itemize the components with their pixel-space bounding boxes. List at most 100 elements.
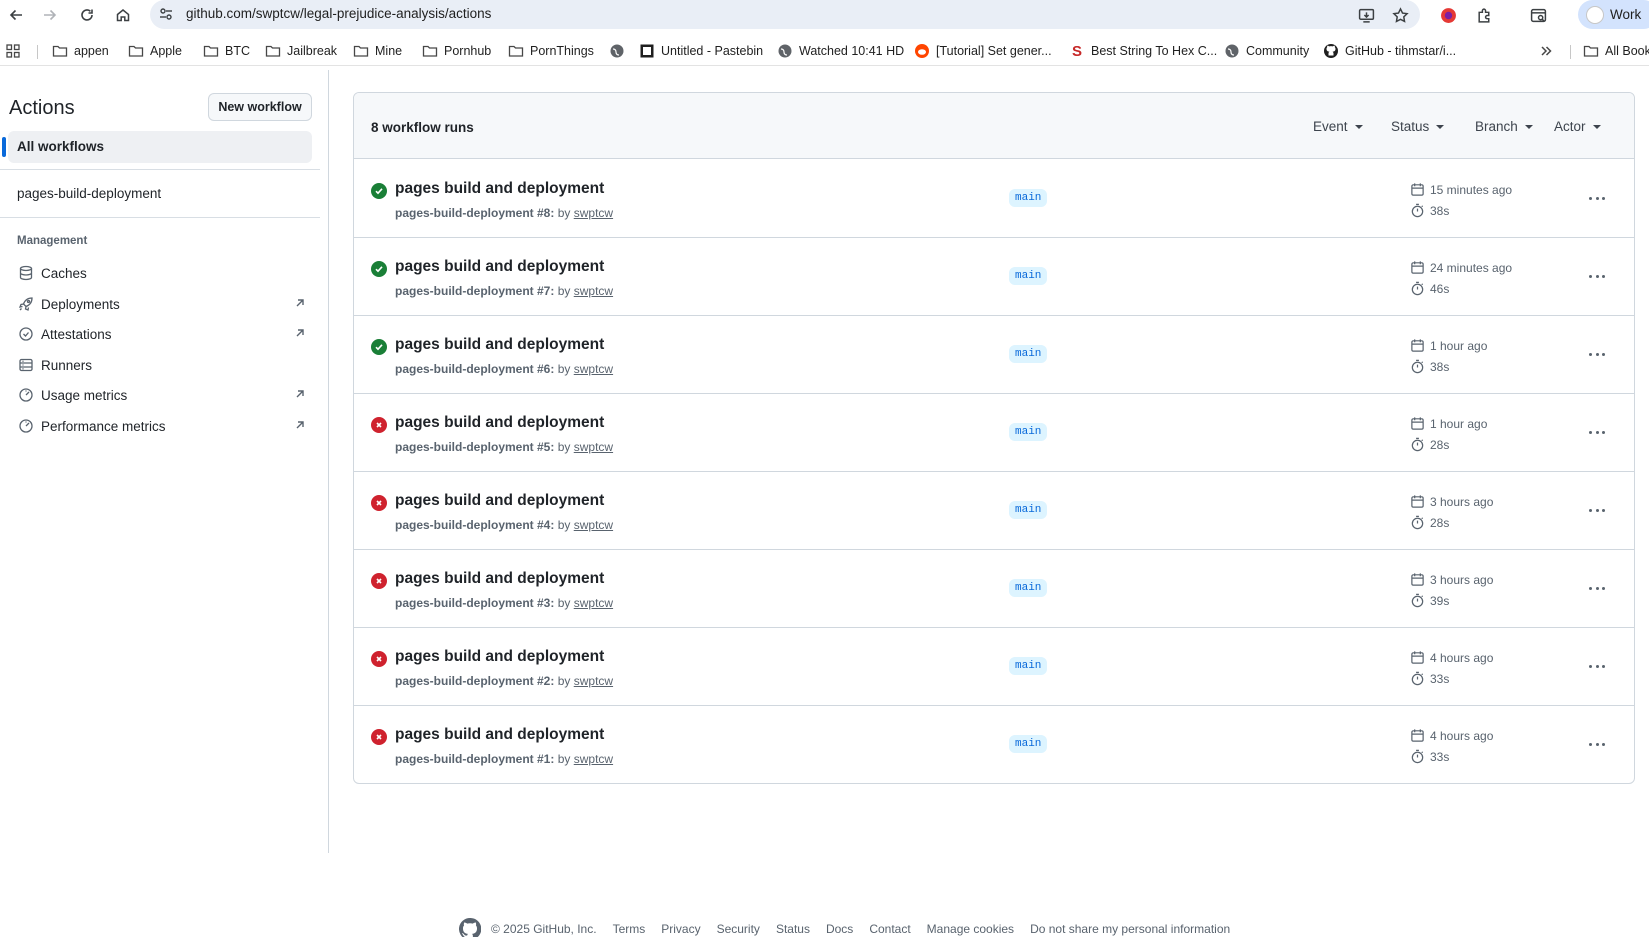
url-text[interactable]: github.com/swptcw/legal-prejudice-analys…: [186, 6, 491, 21]
branch-badge[interactable]: main: [1009, 345, 1048, 363]
bookmark-item[interactable]: GitHub - tihmstar/i...: [1323, 42, 1456, 60]
extensions-puzzle-icon[interactable]: [1474, 5, 1494, 25]
sidebar-item-caches[interactable]: Caches: [17, 262, 307, 284]
sidebar-item-all-workflows[interactable]: All workflows: [2, 131, 312, 163]
run-title-link[interactable]: pages build and deployment: [395, 414, 604, 432]
bookmark-item[interactable]: Watched 10:41 HD: [777, 42, 904, 60]
bookmark-item[interactable]: appen: [52, 42, 109, 60]
bookmark-item[interactable]: Community: [1224, 42, 1309, 60]
footer-link-security[interactable]: Security: [717, 922, 760, 936]
apps-grid-icon[interactable]: [5, 42, 27, 60]
kebab-menu-icon[interactable]: [1585, 422, 1609, 442]
github-logo-icon[interactable]: [459, 918, 481, 937]
sidebar-item-usage-metrics[interactable]: Usage metrics: [17, 384, 307, 406]
sidebar-item-deployments[interactable]: Deployments: [17, 293, 307, 315]
status-filter-dropdown[interactable]: Status: [1391, 119, 1445, 134]
sidebar-item-attestations[interactable]: Attestations: [17, 323, 307, 345]
branch-badge[interactable]: main: [1009, 657, 1048, 675]
bookmark-item[interactable]: Apple: [128, 42, 182, 60]
kebab-menu-icon[interactable]: [1585, 500, 1609, 520]
filter-label: Status: [1391, 119, 1430, 134]
install-app-icon[interactable]: [1356, 5, 1376, 25]
bookmark-item[interactable]: S Best String To Hex C...: [1069, 42, 1217, 60]
kebab-menu-icon[interactable]: [1585, 734, 1609, 754]
meter-icon: [17, 387, 34, 404]
forward-icon[interactable]: [40, 5, 60, 25]
sidebar-item-runners[interactable]: Runners: [17, 354, 307, 376]
run-actor-link[interactable]: swptcw: [574, 206, 613, 220]
table-row[interactable]: pages build and deployment pages-build-de…: [354, 316, 1634, 394]
footer-link-status[interactable]: Status: [776, 922, 810, 936]
bookmark-item[interactable]: BTC: [203, 42, 250, 60]
footer-link-docs[interactable]: Docs: [826, 922, 853, 936]
table-row[interactable]: pages build and deployment pages-build-de…: [354, 160, 1634, 238]
table-row[interactable]: pages build and deployment pages-build-de…: [354, 706, 1634, 783]
run-title-link[interactable]: pages build and deployment: [395, 726, 604, 744]
kebab-menu-icon[interactable]: [1585, 656, 1609, 676]
branch-badge[interactable]: main: [1009, 735, 1048, 753]
footer-link-manage-cookies[interactable]: Manage cookies: [927, 922, 1014, 936]
run-actor-link[interactable]: swptcw: [574, 284, 613, 298]
database-icon: [17, 265, 34, 282]
kebab-menu-icon[interactable]: [1585, 188, 1609, 208]
branch-badge[interactable]: main: [1009, 423, 1048, 441]
branch-badge[interactable]: main: [1009, 579, 1048, 597]
site-settings-icon[interactable]: [158, 6, 174, 22]
run-title-link[interactable]: pages build and deployment: [395, 648, 604, 666]
home-icon[interactable]: [113, 5, 133, 25]
table-row[interactable]: pages build and deployment pages-build-de…: [354, 394, 1634, 472]
bookmark-item[interactable]: Pornhub: [422, 42, 491, 60]
reload-icon[interactable]: [77, 5, 97, 25]
branch-badge[interactable]: main: [1009, 267, 1048, 285]
back-icon[interactable]: [6, 5, 26, 25]
footer-link-terms[interactable]: Terms: [613, 922, 646, 936]
sidebar-item-performance-metrics[interactable]: Performance metrics: [17, 415, 307, 437]
branch-filter-dropdown[interactable]: Branch: [1475, 119, 1533, 134]
table-row[interactable]: pages build and deployment pages-build-de…: [354, 628, 1634, 706]
run-duration-text: 33s: [1430, 749, 1450, 764]
bookmark-item[interactable]: All Bookmarks: [1583, 42, 1649, 60]
run-actor-link[interactable]: swptcw: [574, 596, 613, 610]
extension-icon[interactable]: [1438, 5, 1458, 25]
tab-search-icon[interactable]: [1528, 5, 1548, 25]
footer-link-contact[interactable]: Contact: [869, 922, 910, 936]
more-bookmarks-icon[interactable]: [1538, 42, 1560, 60]
sidebar-item-pages-build-deployment[interactable]: pages-build-deployment: [17, 186, 161, 201]
bookmark-item[interactable]: PornThings: [508, 42, 594, 60]
address-bar[interactable]: github.com/swptcw/legal-prejudice-analys…: [150, 0, 1420, 29]
run-title-link[interactable]: pages build and deployment: [395, 336, 604, 354]
kebab-menu-icon[interactable]: [1585, 344, 1609, 364]
event-filter-dropdown[interactable]: Event: [1313, 119, 1363, 134]
kebab-menu-icon[interactable]: [1585, 266, 1609, 286]
actor-filter-dropdown[interactable]: Actor: [1554, 119, 1601, 134]
run-actor-link[interactable]: swptcw: [574, 674, 613, 688]
branch-badge[interactable]: main: [1009, 501, 1048, 519]
footer-link-do-not-share[interactable]: Do not share my personal information: [1030, 922, 1230, 936]
bookmark-item[interactable]: Jailbreak: [265, 42, 337, 60]
run-title-link[interactable]: pages build and deployment: [395, 180, 604, 198]
table-row[interactable]: pages build and deployment pages-build-de…: [354, 472, 1634, 550]
run-title-link[interactable]: pages build and deployment: [395, 492, 604, 510]
check-circle-icon: [371, 339, 387, 355]
table-row[interactable]: pages build and deployment pages-build-de…: [354, 238, 1634, 316]
kebab-menu-icon[interactable]: [1585, 578, 1609, 598]
table-row[interactable]: pages build and deployment pages-build-de…: [354, 550, 1634, 628]
bookmark-item[interactable]: [Tutorial] Set gener...: [914, 42, 1052, 60]
run-actor-link[interactable]: swptcw: [574, 752, 613, 766]
run-by-label: by: [557, 440, 571, 454]
bookmark-item[interactable]: [609, 42, 631, 60]
new-workflow-button[interactable]: New workflow: [208, 93, 312, 121]
bookmark-separator: [1570, 45, 1571, 59]
footer-link-privacy[interactable]: Privacy: [661, 922, 700, 936]
profile-button[interactable]: Work: [1578, 0, 1649, 29]
run-actor-link[interactable]: swptcw: [574, 518, 613, 532]
run-actor-link[interactable]: swptcw: [574, 440, 613, 454]
branch-badge[interactable]: main: [1009, 189, 1048, 207]
bookmark-star-icon[interactable]: [1390, 5, 1410, 25]
run-title-link[interactable]: pages build and deployment: [395, 570, 604, 588]
bookmark-item[interactable]: Untitled - Pastebin: [639, 42, 763, 60]
run-duration-text: 38s: [1430, 203, 1450, 218]
bookmark-item[interactable]: Mine: [353, 42, 402, 60]
run-title-link[interactable]: pages build and deployment: [395, 258, 604, 276]
run-actor-link[interactable]: swptcw: [574, 362, 613, 376]
